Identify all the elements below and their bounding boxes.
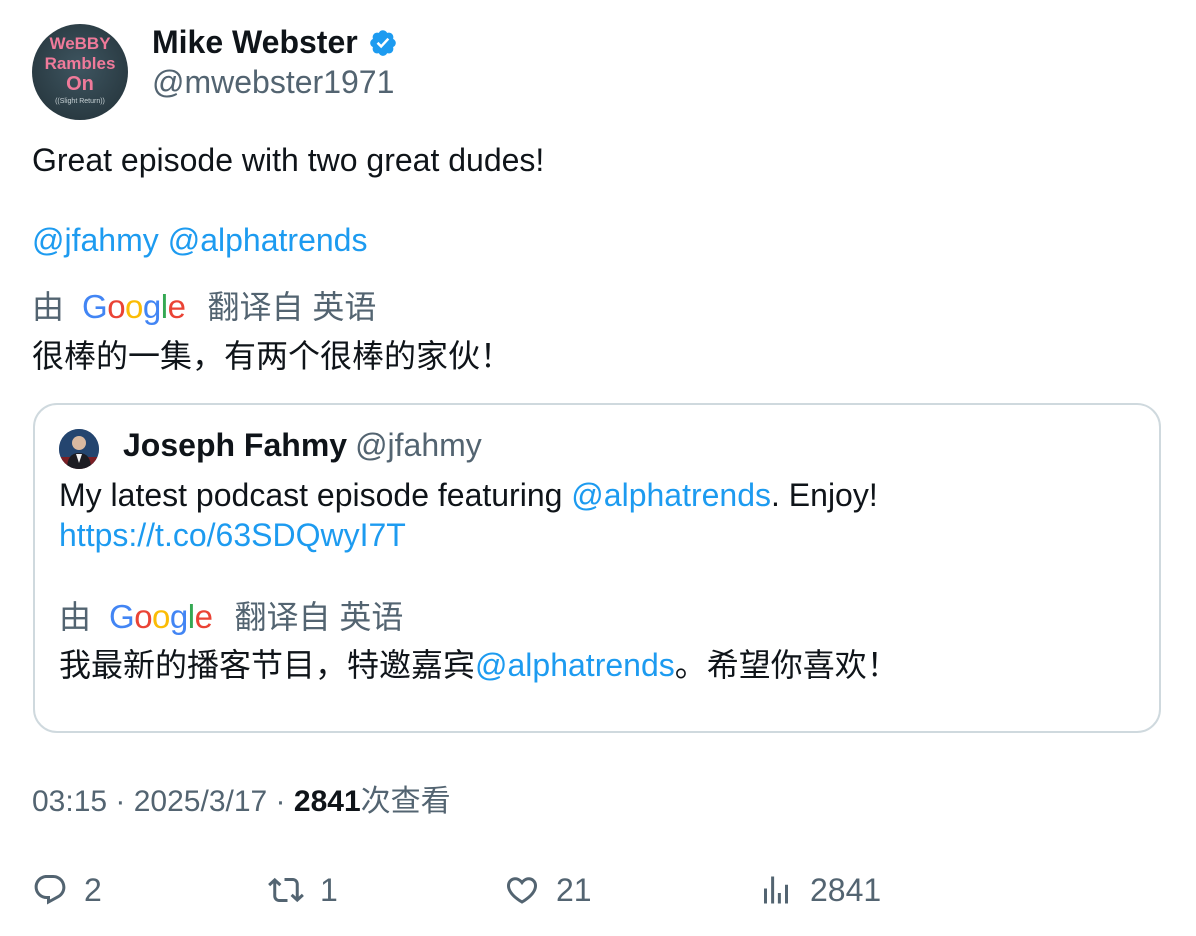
author-handle[interactable]: @mwebster1971: [152, 62, 394, 102]
quoted-tweet[interactable]: Joseph Fahmy @jfahmy My latest podcast ep…: [33, 403, 1161, 733]
translation-suffix: 翻译自 英语: [234, 599, 404, 635]
author-name-text: Mike Webster: [152, 24, 358, 60]
avatar-text-line4: ((Slight Return)): [55, 98, 105, 105]
mention-link[interactable]: @jfahmy: [32, 222, 159, 258]
views-button[interactable]: 2841: [758, 866, 881, 914]
like-count: 21: [556, 871, 592, 908]
quoted-text-part: . Enjoy!: [771, 477, 878, 513]
quoted-translated-mention-link[interactable]: @alphatrends: [475, 647, 675, 683]
google-logo-icon: Google: [109, 598, 213, 635]
views-count: 2841: [293, 785, 361, 818]
quoted-author-handle[interactable]: @jfahmy: [355, 427, 482, 463]
heart-icon: [506, 877, 538, 904]
tweet-meta: 03:15 · 2025/3/17 · 2841次查看: [32, 782, 451, 822]
action-bar: 2 1 21 2841: [32, 866, 1172, 914]
repost-button[interactable]: 1: [268, 866, 338, 914]
quoted-url-link[interactable]: https://t.co/63SDQwyI7T: [59, 517, 406, 553]
author-avatar[interactable]: WeBBY Rambles On ((Slight Return)): [32, 24, 128, 120]
quoted-text-part: My latest podcast episode featuring: [59, 477, 572, 513]
reply-count: 2: [84, 871, 102, 908]
tweet-text: Great episode with two great dudes!: [32, 142, 545, 178]
tweet-mentions: @jfahmy @alphatrends: [32, 220, 376, 260]
google-logo-icon: Google: [82, 288, 186, 325]
quoted-translation-attribution: 由 Google 翻译自 英语: [59, 597, 403, 637]
views-label: 次查看: [360, 785, 451, 818]
translation-prefix: 由: [59, 599, 92, 635]
quoted-translated-part: 。希望你喜欢！: [674, 647, 899, 683]
quoted-author-name[interactable]: Joseph Fahmy: [123, 427, 347, 463]
meta-separator: ·: [107, 785, 134, 818]
avatar-text-line3: On: [66, 73, 94, 95]
translated-text: 很棒的一集，有两个很棒的家伙！: [32, 338, 513, 374]
author-name[interactable]: Mike Webster: [152, 22, 398, 62]
translation-prefix: 由: [32, 289, 65, 325]
translation-suffix: 翻译自 英语: [207, 289, 377, 325]
verified-badge-icon: [368, 27, 398, 57]
reply-icon: [34, 875, 66, 905]
quoted-mention-link[interactable]: @alphatrends: [571, 477, 771, 513]
views-action-count: 2841: [810, 871, 882, 908]
avatar-text-line2: Rambles: [45, 54, 116, 73]
quoted-translated-text: 我最新的播客节目，特邀嘉宾@alphatrends。希望你喜欢！: [59, 645, 899, 685]
meta-separator: ·: [267, 785, 294, 818]
tweet-date[interactable]: 2025/3/17: [134, 785, 267, 818]
quoted-author: Joseph Fahmy @jfahmy: [123, 425, 482, 465]
quoted-translated-part: 我最新的播客节目，特邀嘉宾: [59, 647, 476, 683]
quoted-author-avatar[interactable]: [59, 429, 99, 469]
avatar-text-line1: WeBBY: [49, 34, 111, 53]
reply-button[interactable]: 2: [32, 866, 102, 914]
analytics-icon: [764, 876, 788, 904]
quoted-text: My latest podcast episode featuring @alp…: [59, 475, 1139, 555]
repost-count: 1: [320, 871, 338, 908]
tweet-time[interactable]: 03:15: [32, 785, 107, 818]
like-button[interactable]: 21: [504, 866, 592, 914]
translation-attribution: 由 Google 翻译自 英语: [32, 287, 376, 327]
repost-icon: [268, 877, 304, 903]
mention-link[interactable]: @alphatrends: [168, 222, 368, 258]
